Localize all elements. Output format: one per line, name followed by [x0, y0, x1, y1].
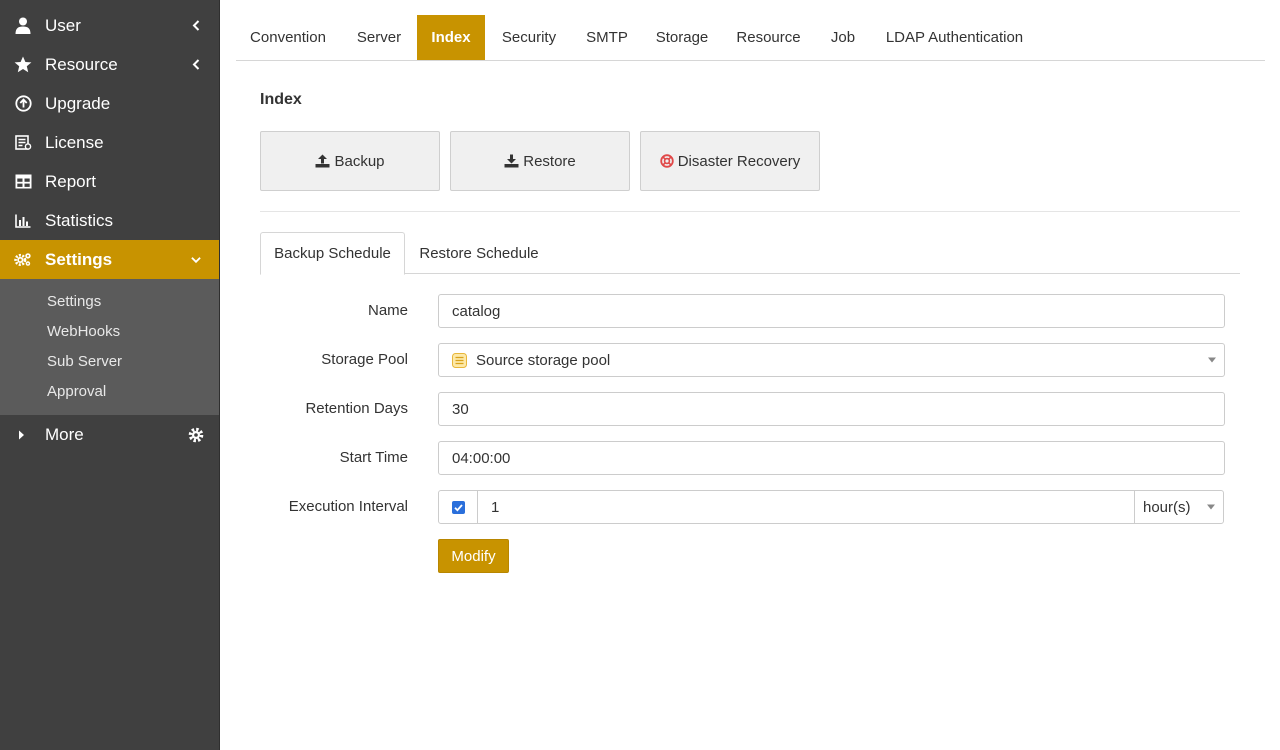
name-label: Name	[367, 302, 408, 319]
sidebar-item-label: Resource	[45, 54, 118, 74]
sidebar-item-label: Statistics	[45, 210, 114, 230]
submenu-item-webhooks[interactable]: WebHooks	[47, 323, 120, 340]
download-icon	[504, 154, 519, 168]
tab-backup-schedule[interactable]: Backup Schedule	[260, 232, 405, 275]
gear-icon[interactable]	[188, 427, 204, 443]
interval-enabled-checkbox[interactable]	[451, 500, 465, 514]
tab-server[interactable]: Server	[340, 15, 418, 60]
dropdown-caret-icon	[1208, 357, 1216, 363]
bar-chart-icon	[14, 212, 32, 230]
execution-interval-label: Execution Interval	[288, 498, 408, 515]
table-icon	[14, 173, 32, 191]
upload-icon	[315, 154, 330, 168]
storage-pool-select[interactable]: Source storage pool	[438, 343, 1225, 377]
disaster-recovery-button[interactable]: Disaster Recovery	[640, 131, 820, 191]
chevron-left-icon	[191, 59, 201, 71]
interval-value-input[interactable]: 1	[478, 491, 1134, 523]
backup-label: Backup	[334, 152, 385, 170]
schedule-tabs: Backup Schedule Restore Schedule	[260, 232, 1240, 275]
tab-convention[interactable]: Convention	[236, 15, 340, 60]
sidebar-item-more[interactable]: More	[0, 415, 219, 454]
interval-checkbox-addon	[439, 491, 478, 523]
interval-unit-value: hour(s)	[1143, 498, 1191, 516]
user-icon	[14, 17, 32, 35]
modify-button[interactable]: Modify	[438, 539, 509, 573]
disaster-recovery-label: Disaster Recovery	[677, 152, 801, 170]
divider	[260, 211, 1240, 212]
settings-tabs: Convention Server Index Security SMTP St…	[236, 15, 1265, 61]
sidebar-item-label: Settings	[45, 249, 113, 269]
execution-interval-group: 1 hour(s)	[438, 490, 1224, 524]
interval-unit-select[interactable]: hour(s)	[1134, 491, 1223, 523]
retention-days-label: Retention Days	[305, 400, 408, 417]
chevron-left-icon	[191, 20, 201, 32]
sidebar-item-label: Upgrade	[45, 93, 111, 113]
tab-job[interactable]: Job	[814, 15, 872, 60]
name-value: catalog	[452, 302, 501, 320]
life-ring-icon	[660, 154, 674, 168]
tab-index[interactable]: Index	[417, 15, 485, 60]
storage-pool-icon	[452, 352, 467, 368]
cogs-icon	[14, 251, 32, 269]
storage-pool-label: Storage Pool	[321, 351, 408, 368]
start-time-field[interactable]: 04:00:00	[438, 441, 1225, 475]
tab-ldap-authentication[interactable]: LDAP Authentication	[872, 15, 1037, 60]
tab-restore-schedule[interactable]: Restore Schedule	[405, 232, 553, 274]
main-content: Convention Server Index Security SMTP St…	[220, 0, 1280, 750]
section-title: Index	[260, 91, 302, 108]
license-icon	[14, 134, 32, 152]
storage-pool-value: Source storage pool	[476, 351, 611, 369]
name-field[interactable]: catalog	[438, 294, 1225, 328]
submenu-item-settings[interactable]: Settings	[47, 293, 101, 310]
upgrade-icon	[14, 95, 32, 113]
submenu-item-sub-server[interactable]: Sub Server	[47, 353, 122, 370]
settings-submenu: Settings WebHooks Sub Server Approval	[0, 279, 219, 415]
sidebar-item-resource[interactable]: Resource	[0, 45, 219, 84]
retention-days-value: 30	[452, 400, 469, 418]
sidebar-item-upgrade[interactable]: Upgrade	[0, 84, 219, 123]
start-time-label: Start Time	[339, 449, 408, 466]
tab-smtp[interactable]: SMTP	[573, 15, 641, 60]
interval-value: 1	[491, 498, 500, 516]
sidebar: User Resource Upgrade License Report Sta…	[0, 0, 220, 750]
sidebar-item-user[interactable]: User	[0, 6, 219, 45]
sidebar-item-label: User	[45, 15, 81, 35]
sidebar-item-label: More	[45, 424, 84, 444]
caret-right-icon	[12, 426, 30, 444]
dropdown-caret-icon	[1207, 504, 1215, 510]
star-icon	[14, 56, 32, 74]
sidebar-item-settings[interactable]: Settings	[0, 240, 219, 279]
chevron-down-icon	[191, 254, 201, 266]
restore-label: Restore	[523, 152, 576, 170]
backup-button[interactable]: Backup	[260, 131, 440, 191]
sidebar-item-label: Report	[45, 171, 97, 191]
tab-resource[interactable]: Resource	[723, 15, 814, 60]
submenu-item-approval[interactable]: Approval	[47, 383, 106, 400]
tab-security[interactable]: Security	[485, 15, 573, 60]
start-time-value: 04:00:00	[452, 449, 511, 467]
tab-storage[interactable]: Storage	[641, 15, 723, 60]
sidebar-item-label: License	[45, 132, 104, 152]
sidebar-item-license[interactable]: License	[0, 123, 219, 162]
sidebar-item-report[interactable]: Report	[0, 162, 219, 201]
sidebar-item-statistics[interactable]: Statistics	[0, 201, 219, 240]
retention-days-field[interactable]: 30	[438, 392, 1225, 426]
restore-button[interactable]: Restore	[450, 131, 630, 191]
